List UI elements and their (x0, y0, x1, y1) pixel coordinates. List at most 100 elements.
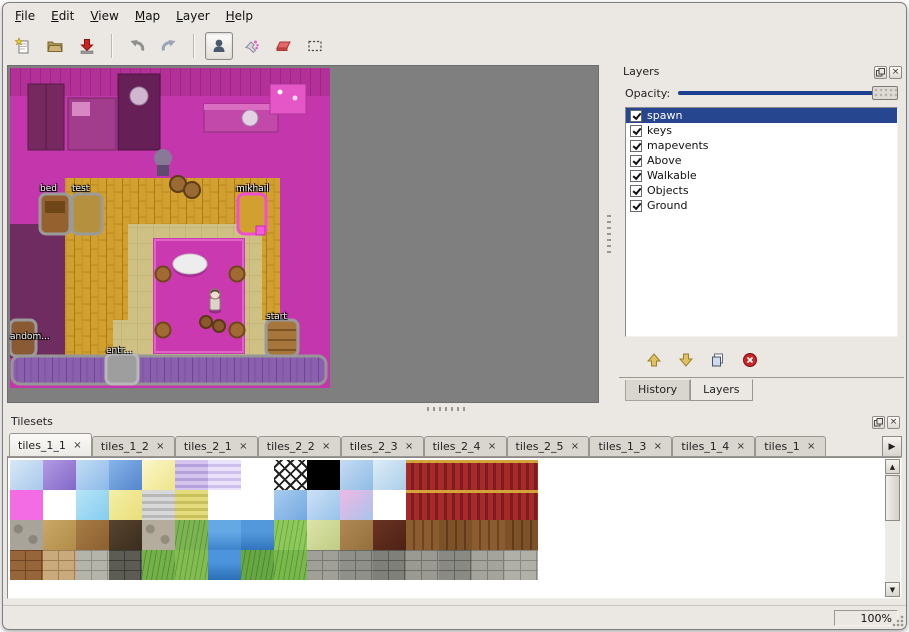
layer-row-Walkable[interactable]: Walkable (626, 168, 897, 183)
undo-button[interactable] (123, 32, 151, 60)
horizontal-splitter[interactable] (7, 403, 902, 415)
stamp-tool-button[interactable] (205, 32, 233, 60)
scroll-up-button[interactable]: ▲ (885, 459, 900, 474)
menu-item-edit[interactable]: Edit (43, 7, 82, 26)
tile[interactable] (439, 460, 472, 490)
eraser-tool-button[interactable] (269, 32, 297, 60)
slider-handle[interactable] (872, 86, 898, 100)
layer-row-Objects[interactable]: Objects (626, 183, 897, 198)
scroll-tabs-right-button[interactable]: ▶ (882, 436, 902, 457)
tile[interactable] (175, 490, 208, 520)
tile[interactable] (373, 460, 406, 490)
tile[interactable] (472, 460, 505, 490)
tile[interactable] (208, 460, 241, 490)
float-panel-button[interactable] (872, 416, 885, 429)
tile[interactable] (439, 520, 472, 550)
tileset-tab-tiles_2_3[interactable]: tiles_2_3× (341, 436, 424, 456)
close-tab-icon[interactable]: × (321, 441, 332, 452)
close-tab-icon[interactable]: × (806, 441, 817, 452)
tile[interactable] (241, 550, 274, 580)
tile[interactable] (43, 460, 76, 490)
tile[interactable] (406, 460, 439, 490)
dock-tab-history[interactable]: History (625, 380, 690, 401)
close-panel-button[interactable]: × (889, 66, 902, 79)
layer-row-keys[interactable]: keys (626, 123, 897, 138)
delete-layer-button[interactable] (739, 349, 761, 371)
tile[interactable] (43, 490, 76, 520)
float-panel-button[interactable] (874, 66, 887, 79)
new-button[interactable] (9, 32, 37, 60)
tile[interactable] (307, 520, 340, 550)
tile[interactable] (340, 550, 373, 580)
save-button[interactable] (73, 32, 101, 60)
tile[interactable] (373, 520, 406, 550)
tile[interactable] (340, 520, 373, 550)
open-button[interactable] (41, 32, 69, 60)
tile[interactable] (472, 550, 505, 580)
menu-item-file[interactable]: File (7, 7, 43, 26)
tile[interactable] (43, 520, 76, 550)
tileset-tab-tiles_2_5[interactable]: tiles_2_5× (507, 436, 590, 456)
tile[interactable] (142, 490, 175, 520)
close-tab-icon[interactable]: × (404, 441, 415, 452)
tile[interactable] (109, 550, 142, 580)
menu-item-view[interactable]: View (82, 7, 126, 26)
lower-layer-button[interactable] (675, 349, 697, 371)
menu-item-help[interactable]: Help (218, 7, 261, 26)
tile[interactable] (10, 490, 43, 520)
tile[interactable] (472, 490, 505, 520)
layer-row-Ground[interactable]: Ground (626, 198, 897, 213)
tile[interactable] (340, 460, 373, 490)
tile[interactable] (175, 550, 208, 580)
duplicate-layer-button[interactable] (707, 349, 729, 371)
tile[interactable] (208, 550, 241, 580)
close-tab-icon[interactable]: × (569, 441, 580, 452)
close-tab-icon[interactable]: × (487, 441, 498, 452)
tileset-tab-tiles_1_4[interactable]: tiles_1_4× (672, 436, 755, 456)
tile[interactable] (241, 460, 274, 490)
close-tab-icon[interactable]: × (155, 441, 166, 452)
tile[interactable] (274, 460, 307, 490)
tile[interactable] (109, 490, 142, 520)
bucket-fill-tool-button[interactable] (237, 32, 265, 60)
close-panel-button[interactable]: × (887, 416, 900, 429)
tile[interactable] (274, 520, 307, 550)
tile[interactable] (406, 490, 439, 520)
tile[interactable] (406, 520, 439, 550)
tile[interactable] (373, 490, 406, 520)
tile[interactable] (175, 460, 208, 490)
layer-visibility-checkbox[interactable] (630, 185, 642, 197)
tile[interactable] (76, 490, 109, 520)
dock-tab-layers[interactable]: Layers (690, 379, 752, 401)
layer-row-spawn[interactable]: spawn (626, 108, 897, 123)
tile[interactable] (274, 490, 307, 520)
tileset-tab-tiles_1_3[interactable]: tiles_1_3× (589, 436, 672, 456)
rect-select-tool-button[interactable] (301, 32, 329, 60)
resize-grip[interactable] (892, 615, 904, 627)
tile[interactable] (241, 520, 274, 550)
tile[interactable] (142, 520, 175, 550)
raise-layer-button[interactable] (643, 349, 665, 371)
tile[interactable] (109, 520, 142, 550)
tile[interactable] (10, 520, 43, 550)
tile[interactable] (505, 490, 538, 520)
layer-visibility-checkbox[interactable] (630, 125, 642, 137)
tile[interactable] (76, 520, 109, 550)
opacity-slider[interactable] (678, 86, 898, 100)
tile[interactable] (439, 550, 472, 580)
menu-item-map[interactable]: Map (127, 7, 168, 26)
tileset-scrollbar[interactable]: ▲ ▼ (885, 459, 900, 597)
tile[interactable] (208, 490, 241, 520)
redo-button[interactable] (155, 32, 183, 60)
tile[interactable] (307, 550, 340, 580)
layer-visibility-checkbox[interactable] (630, 200, 642, 212)
tileset-view[interactable]: ▲ ▼ (7, 457, 902, 599)
menu-item-layer[interactable]: Layer (168, 7, 217, 26)
tile[interactable] (274, 550, 307, 580)
tile[interactable] (241, 490, 274, 520)
layer-row-Above[interactable]: Above (626, 153, 897, 168)
close-tab-icon[interactable]: × (735, 441, 746, 452)
layer-visibility-checkbox[interactable] (630, 170, 642, 182)
tile[interactable] (505, 550, 538, 580)
tile[interactable] (208, 520, 241, 550)
